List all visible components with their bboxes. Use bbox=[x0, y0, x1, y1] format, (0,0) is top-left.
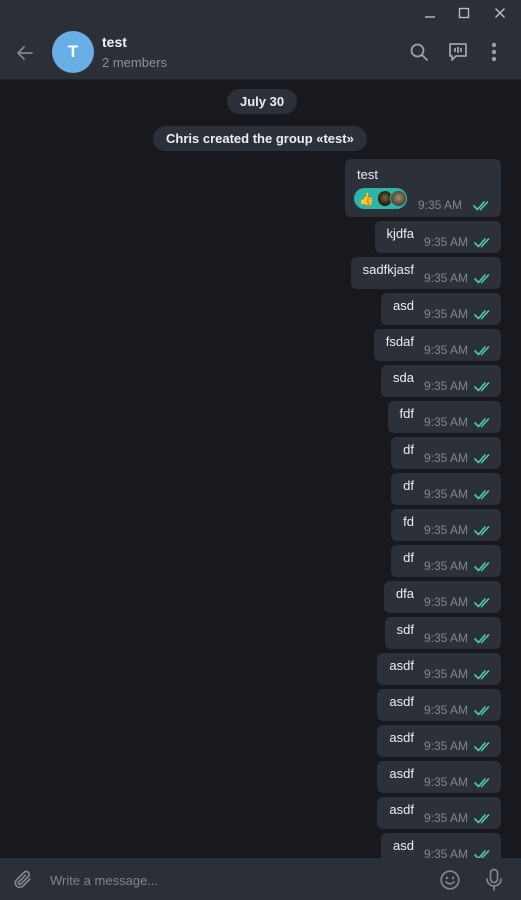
message-bubble[interactable]: asdf 9:35 AM bbox=[377, 725, 501, 757]
message-text: df bbox=[403, 441, 414, 457]
microphone-icon[interactable] bbox=[481, 866, 507, 894]
double-check-icon bbox=[474, 273, 493, 284]
message-time: 9:35 AM bbox=[423, 775, 468, 789]
message-time: 9:35 AM bbox=[423, 451, 468, 465]
minimize-icon[interactable] bbox=[412, 0, 448, 26]
message-text: asdf bbox=[389, 801, 414, 817]
service-message: Chris created the group «test» bbox=[153, 126, 367, 151]
message-time: 9:35 AM bbox=[423, 739, 468, 753]
double-check-icon bbox=[474, 345, 493, 356]
message-text: asd bbox=[393, 837, 414, 853]
double-check-icon bbox=[474, 381, 493, 392]
message-time: 9:35 AM bbox=[423, 415, 468, 429]
message-time: 9:35 AM bbox=[423, 811, 468, 825]
message-text: sda bbox=[393, 369, 414, 385]
emoji-icon[interactable] bbox=[437, 867, 463, 893]
message-bubble[interactable]: kjdfa 9:35 AM bbox=[374, 221, 501, 253]
close-icon[interactable] bbox=[482, 0, 518, 26]
message-text: asdf bbox=[389, 765, 414, 781]
search-icon[interactable] bbox=[406, 39, 432, 65]
maximize-icon[interactable] bbox=[446, 0, 482, 26]
double-check-icon bbox=[474, 705, 493, 716]
reaction-badge[interactable]: 👍 bbox=[354, 188, 407, 209]
message-bubble[interactable]: asdf 9:35 AM bbox=[377, 689, 501, 721]
message-time: 9:35 AM bbox=[423, 523, 468, 537]
message-bubble[interactable]: df 9:35 AM bbox=[391, 473, 501, 505]
reaction-avatar bbox=[390, 190, 407, 207]
message-text: kjdfa bbox=[386, 225, 414, 241]
double-check-icon bbox=[474, 741, 493, 752]
message-input[interactable] bbox=[50, 866, 420, 894]
double-check-icon bbox=[474, 669, 493, 680]
chat-header: T test 2 members bbox=[0, 26, 521, 80]
message-bubble[interactable]: asd 9:35 AM bbox=[381, 293, 501, 325]
avatar[interactable]: T bbox=[52, 31, 94, 73]
message-bubble[interactable]: asdf 9:35 AM bbox=[377, 797, 501, 829]
message-bubble[interactable]: asdf 9:35 AM bbox=[377, 653, 501, 685]
message-time: 9:35 AM bbox=[423, 559, 468, 573]
message-time: 9:35 AM bbox=[423, 379, 468, 393]
more-vertical-icon[interactable] bbox=[481, 39, 507, 65]
message-bubble[interactable]: fsdaf 9:35 AM bbox=[373, 329, 501, 361]
discussion-icon[interactable] bbox=[445, 39, 471, 65]
message-bubble[interactable]: df 9:35 AM bbox=[391, 437, 501, 469]
member-count[interactable]: 2 members bbox=[102, 55, 167, 70]
double-check-icon bbox=[474, 633, 493, 644]
message-time: 9:35 AM bbox=[423, 343, 468, 357]
message-bubble[interactable]: fdf 9:35 AM bbox=[387, 401, 501, 433]
message-time: 9:35 AM bbox=[423, 307, 468, 321]
double-check-icon bbox=[474, 417, 493, 428]
message-bubble[interactable]: sda 9:35 AM bbox=[381, 365, 501, 397]
double-check-icon bbox=[474, 813, 493, 824]
message-time: 9:35 AM bbox=[423, 235, 468, 249]
double-check-icon bbox=[474, 597, 493, 608]
window-titlebar bbox=[0, 0, 521, 26]
double-check-icon bbox=[474, 525, 493, 536]
message-time: 9:35 AM bbox=[423, 595, 468, 609]
message-text: asdf bbox=[389, 657, 414, 673]
message-text: df bbox=[403, 549, 414, 565]
paperclip-icon[interactable] bbox=[10, 867, 36, 893]
double-check-icon bbox=[474, 777, 493, 788]
message-bubble[interactable]: dfa 9:35 AM bbox=[383, 581, 501, 613]
message-text: sdf bbox=[396, 621, 414, 637]
back-arrow-icon[interactable] bbox=[12, 40, 38, 66]
message-bubble[interactable]: sdf 9:35 AM bbox=[384, 617, 501, 649]
double-check-icon bbox=[474, 453, 493, 464]
message-text: sadfkjasf bbox=[362, 261, 414, 277]
message-bubble[interactable]: sadfkjasf 9:35 AM bbox=[350, 257, 501, 289]
message-time: 9:35 AM bbox=[423, 631, 468, 645]
double-check-icon bbox=[474, 849, 493, 858]
message-list[interactable]: July 30 Chris created the group «test» t… bbox=[0, 80, 521, 858]
double-check-icon bbox=[473, 198, 492, 216]
chat-title[interactable]: test bbox=[102, 34, 127, 50]
date-separator: July 30 bbox=[227, 89, 298, 114]
double-check-icon bbox=[474, 489, 493, 500]
message-text: fd bbox=[403, 513, 414, 529]
message-bubble[interactable]: asdf 9:35 AM bbox=[377, 761, 501, 793]
message-time: 9:35 AM bbox=[423, 703, 468, 717]
message-text: dfa bbox=[395, 585, 414, 601]
message-bubble[interactable]: test 👍 9:35 AM bbox=[345, 159, 501, 217]
double-check-icon bbox=[474, 309, 493, 320]
double-check-icon bbox=[474, 561, 493, 572]
message-time: 9:35 AM bbox=[418, 198, 463, 212]
message-text: test bbox=[357, 167, 378, 182]
message-time: 9:35 AM bbox=[423, 487, 468, 501]
message-text: asdf bbox=[389, 729, 414, 745]
message-text: fsdaf bbox=[385, 333, 414, 349]
message-composer bbox=[0, 858, 521, 900]
message-text: asdf bbox=[389, 693, 414, 709]
message-time: 9:35 AM bbox=[423, 271, 468, 285]
message-bubble[interactable]: df 9:35 AM bbox=[391, 545, 501, 577]
thumbs-up-icon: 👍 bbox=[359, 191, 374, 206]
message-text: df bbox=[403, 477, 414, 493]
message-time: 9:35 AM bbox=[423, 847, 468, 858]
message-bubble[interactable]: fd 9:35 AM bbox=[391, 509, 501, 541]
message-text: fdf bbox=[399, 405, 414, 421]
double-check-icon bbox=[474, 237, 493, 248]
message-text: asd bbox=[393, 297, 414, 313]
message-time: 9:35 AM bbox=[423, 667, 468, 681]
message-bubble[interactable]: asd 9:35 AM bbox=[381, 833, 501, 858]
